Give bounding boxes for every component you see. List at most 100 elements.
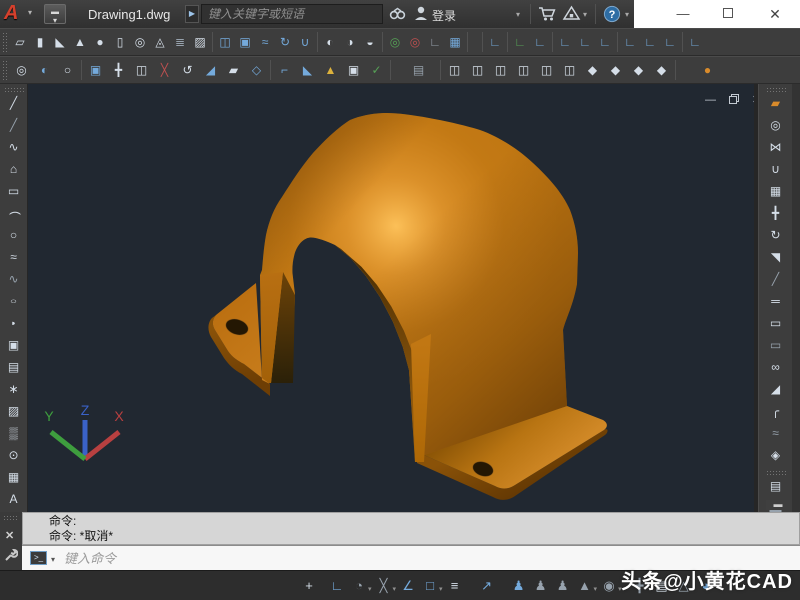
3d-object-snap-icon[interactable]: ♟ (530, 574, 552, 598)
cylinder-icon[interactable]: ▯ (110, 31, 130, 53)
planar-surface-icon[interactable]: ▨ (190, 31, 210, 53)
explode-icon[interactable]: ◈ (766, 446, 786, 464)
isometric-drafting-caret-icon[interactable]: ▾ (393, 585, 397, 593)
properties-icon[interactable]: ▤ (766, 477, 786, 495)
wireframe-style-icon[interactable]: ◐ (320, 31, 340, 53)
conceptual-icon[interactable]: ◐ (35, 59, 55, 81)
conceptual-style-icon[interactable]: ◑ (340, 31, 360, 53)
construction-line-icon[interactable]: ╱ (4, 116, 24, 134)
help-icon[interactable]: ? (603, 5, 621, 28)
search-input[interactable] (201, 4, 383, 24)
dynamic-input-icon[interactable]: ↗ (476, 574, 498, 598)
trim-icon[interactable]: ╱ (766, 270, 786, 288)
isometric-drafting-icon[interactable]: ╳ (373, 574, 395, 598)
ucs-3point-icon[interactable]: ∟ (660, 31, 680, 53)
insert-block-icon[interactable]: ▣ (4, 336, 24, 354)
wedge-icon[interactable]: ◣ (50, 31, 70, 53)
infer-constraints-icon[interactable]: + (298, 574, 320, 598)
binoculars-icon[interactable] (389, 5, 406, 26)
view-back-icon[interactable]: ◫ (560, 59, 580, 81)
multiline-text-icon[interactable]: A (4, 490, 24, 508)
polar-tracking-caret-icon[interactable]: ▾ (368, 585, 372, 593)
window-close-button[interactable]: ✕ (753, 0, 797, 28)
hatch-icon[interactable]: ▨ (4, 402, 24, 420)
search-expand-button[interactable]: ▶ (185, 5, 199, 23)
polyline-icon[interactable]: ∿ (4, 138, 24, 156)
workspace-switching-icon[interactable]: ◉ (598, 574, 620, 598)
break-icon[interactable]: ▭ (766, 336, 786, 354)
command-close-button[interactable]: ✕ (5, 529, 14, 542)
scale-icon[interactable]: ◥ (766, 248, 786, 266)
view-left-icon[interactable]: ◫ (491, 59, 511, 81)
revision-cloud-icon[interactable]: ≈ (4, 248, 24, 266)
table-icon[interactable]: ▦ (4, 468, 24, 486)
render-icon[interactable]: ● (698, 59, 718, 81)
polysolid-icon[interactable]: ▱ (10, 31, 30, 53)
ellipse-icon[interactable]: ○ (4, 295, 24, 306)
user-icon[interactable] (413, 5, 429, 27)
chamfer-edge-icon[interactable]: ◣ (298, 59, 318, 81)
extrude-icon[interactable]: ◫ (215, 31, 235, 53)
toolbar-grip[interactable] (766, 87, 786, 92)
command-prompt-caret-icon[interactable]: ▾ (51, 555, 55, 564)
ucs-icon[interactable]: ∟ (485, 31, 505, 53)
check-interference-icon[interactable]: ✓ (367, 59, 387, 81)
ucs-world-icon[interactable]: ∟ (510, 31, 530, 53)
view-right-icon[interactable]: ◫ (514, 59, 534, 81)
mirror-icon[interactable]: ⋈ (766, 138, 786, 156)
constrained-orbit-icon[interactable]: ◎ (385, 31, 405, 53)
union-icon[interactable]: ▣ (86, 59, 106, 81)
shaded-style-icon[interactable]: ◒ (360, 31, 380, 53)
view-nw-iso-icon[interactable]: ◆ (652, 59, 672, 81)
ucs-x-rotate-icon[interactable]: ∟ (685, 31, 705, 53)
dynamic-ucs-icon[interactable]: ♟ (552, 574, 574, 598)
selection-cycling-icon[interactable]: ♟ (508, 574, 530, 598)
ellipse-arc-icon[interactable]: ◗ (4, 317, 24, 328)
slice-icon[interactable]: ◢ (201, 59, 221, 81)
drawing-viewport[interactable]: Z X Y — ✕ (28, 84, 754, 512)
array-icon[interactable]: ▦ (766, 182, 786, 200)
ucs-face-icon[interactable]: ∟ (575, 31, 595, 53)
toolbar-grip[interactable] (4, 87, 24, 92)
a360-icon[interactable] (562, 5, 581, 27)
login-button[interactable]: 登录 (432, 7, 456, 24)
3d-align-icon[interactable]: ▰ (224, 59, 244, 81)
move-icon[interactable]: ╋ (766, 204, 786, 222)
3d-erase-icon[interactable]: ╳ (155, 59, 175, 81)
panel-collapse-button[interactable]: ▬ (766, 500, 790, 510)
login-caret-icon[interactable]: ▾ (516, 10, 520, 19)
viewcube-icon[interactable]: ▦ (445, 31, 465, 53)
line-icon[interactable]: ╱ (4, 94, 24, 112)
shell-icon[interactable]: ▣ (344, 59, 364, 81)
view-ne-iso-icon[interactable]: ◆ (629, 59, 649, 81)
viewport-restore-button[interactable] (727, 93, 740, 107)
offset-icon[interactable]: ∪ (766, 160, 786, 178)
3d-walk-icon[interactable]: ∟ (425, 31, 445, 53)
ortho-mode-icon[interactable]: ∟ (326, 574, 348, 598)
3d-move-icon[interactable]: ╋ (109, 59, 129, 81)
ucs-object-icon[interactable]: ∟ (555, 31, 575, 53)
join-icon[interactable]: ∞ (766, 358, 786, 376)
revolve-icon[interactable]: ↻ (275, 31, 295, 53)
break-at-point-icon[interactable]: ▭ (766, 314, 786, 332)
copy-icon[interactable]: ◎ (766, 116, 786, 134)
view-top-icon[interactable]: ◫ (445, 59, 465, 81)
polar-tracking-icon[interactable]: ◔ (348, 574, 370, 598)
loft-icon[interactable]: ∪ (295, 31, 315, 53)
circle-icon[interactable]: ○ (4, 226, 24, 244)
annotation-visibility-icon[interactable]: ▲ (574, 574, 596, 598)
quick-access-toolbar-button[interactable]: ▬▾ (44, 4, 66, 24)
annotation-visibility-caret-icon[interactable]: ▾ (594, 585, 598, 593)
view-front-icon[interactable]: ◫ (537, 59, 557, 81)
object-snap-icon[interactable]: □ (419, 574, 441, 598)
torus-icon[interactable]: ◎ (130, 31, 150, 53)
fillet-edge-icon[interactable]: ⌐ (275, 59, 295, 81)
logo-caret-icon[interactable]: ▾ (28, 8, 32, 17)
wrench-icon[interactable] (3, 548, 18, 568)
ucs-previous-icon[interactable]: ∟ (530, 31, 550, 53)
arc-icon[interactable]: ) (5, 203, 23, 223)
hidden-icon[interactable]: ○ (58, 59, 78, 81)
ucs-origin-icon[interactable]: ∟ (620, 31, 640, 53)
sweep-icon[interactable]: ≈ (255, 31, 275, 53)
extend-icon[interactable]: ═ (766, 292, 786, 310)
